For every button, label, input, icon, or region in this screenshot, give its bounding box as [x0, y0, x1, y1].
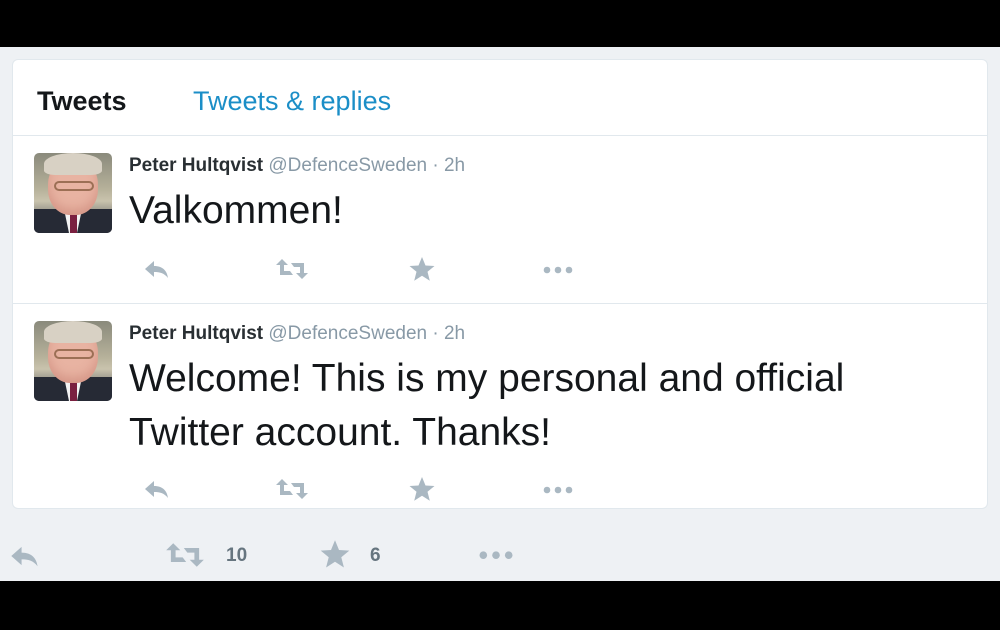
reply-icon[interactable]: [143, 256, 171, 282]
tweets-card: Tweets Tweets & replies Peter Hultqvist …: [12, 59, 988, 509]
favorite-count[interactable]: 6: [370, 545, 381, 567]
avatar[interactable]: [34, 321, 112, 401]
tweet-item[interactable]: Peter Hultqvist @DefenceSweden · 2h Valk…: [13, 136, 987, 304]
tweet-stats-bar: 10 6: [0, 537, 1000, 581]
favorite-star-icon[interactable]: [319, 539, 351, 574]
more-icon[interactable]: [541, 256, 575, 282]
author-name[interactable]: Peter Hultqvist: [129, 155, 263, 176]
timeline-area: Tweets Tweets & replies Peter Hultqvist …: [0, 47, 1000, 581]
tweet-header: Peter Hultqvist @DefenceSweden · 2h: [129, 323, 465, 345]
retweet-icon[interactable]: [275, 476, 309, 502]
retweet-icon[interactable]: [165, 539, 205, 576]
favorite-star-icon[interactable]: [408, 256, 436, 282]
tweet-timestamp[interactable]: 2h: [444, 155, 465, 176]
more-icon[interactable]: [541, 476, 575, 502]
separator: ·: [432, 155, 439, 176]
more-icon[interactable]: [476, 539, 516, 574]
tweet-actions: [129, 476, 589, 504]
avatar[interactable]: [34, 153, 112, 233]
tab-tweets-and-replies[interactable]: Tweets & replies: [193, 86, 391, 117]
separator: ·: [432, 323, 439, 344]
favorite-star-icon[interactable]: [408, 476, 436, 502]
tweet-item[interactable]: Peter Hultqvist @DefenceSweden · 2h Welc…: [13, 304, 987, 508]
author-handle[interactable]: @DefenceSweden: [268, 155, 427, 176]
reply-icon[interactable]: [9, 541, 41, 576]
author-handle[interactable]: @DefenceSweden: [268, 323, 427, 344]
author-name[interactable]: Peter Hultqvist: [129, 323, 263, 344]
tweet-text: Welcome! This is my personal and officia…: [129, 357, 845, 454]
tweet-header: Peter Hultqvist @DefenceSweden · 2h: [129, 155, 465, 177]
tweet-actions: [129, 256, 589, 284]
tweet-text: Valkommen!: [129, 189, 343, 232]
tab-tweets[interactable]: Tweets: [37, 86, 127, 117]
reply-icon[interactable]: [143, 476, 171, 502]
retweet-count[interactable]: 10: [226, 545, 247, 567]
tweet-timestamp[interactable]: 2h: [444, 323, 465, 344]
retweet-icon[interactable]: [275, 256, 309, 282]
profile-tabs: Tweets Tweets & replies: [13, 60, 987, 136]
